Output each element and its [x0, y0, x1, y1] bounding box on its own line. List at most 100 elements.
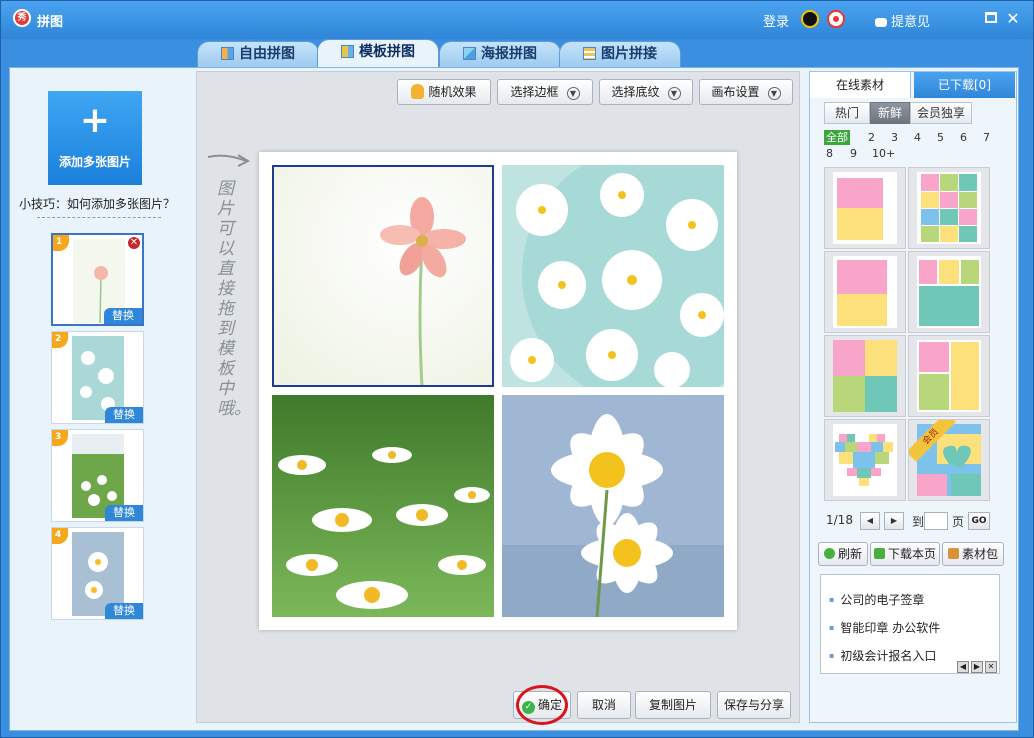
news-close-icon[interactable]: ✕ [985, 661, 997, 673]
template-item[interactable] [824, 167, 906, 249]
left-panel: + 添加多张图片 小技巧：如何添加多张图片？ 1 ✕ 替换 2 替换 3 替换 … [9, 67, 189, 731]
collage-canvas[interactable] [259, 152, 737, 630]
image-join-icon [583, 47, 596, 60]
add-images-label: 添加多张图片 [58, 155, 131, 169]
weibo-icon[interactable] [827, 10, 845, 28]
maximize-button[interactable] [983, 11, 999, 27]
plus-icon: + [79, 100, 111, 141]
tab-template-collage[interactable]: 模板拼图 [317, 39, 439, 68]
category-vip[interactable]: 会员独享 [910, 102, 972, 124]
title-bar[interactable]: 秀 拼图 登录 提意见 ✕ [1, 1, 1033, 39]
tab-online-materials[interactable]: 在线素材 [810, 72, 911, 98]
count-filter-8[interactable]: 8 [826, 146, 833, 161]
count-filter-4[interactable]: 4 [914, 130, 921, 145]
category-new[interactable]: 新鲜 [870, 102, 910, 124]
tab-free-collage[interactable]: 自由拼图 [197, 41, 319, 68]
template-item[interactable] [908, 251, 990, 333]
template-item[interactable]: 会员 [908, 419, 990, 501]
collage-cell-3[interactable] [272, 395, 494, 617]
save-share-button[interactable]: 保存与分享 [717, 691, 791, 719]
photo-thumb-1[interactable]: 1 ✕ 替换 [51, 233, 144, 326]
cell-photo [502, 165, 724, 387]
canvas-settings-dropdown[interactable]: 画布设置 ▼ [699, 79, 793, 105]
replace-button[interactable]: 替换 [105, 407, 143, 423]
feedback-label: 提意见 [891, 15, 931, 30]
template-collage-icon [341, 45, 354, 58]
random-effect-button[interactable]: 随机效果 [397, 79, 491, 105]
tip-link[interactable]: 小技巧：如何添加多张图片？ [19, 195, 175, 212]
count-filter-5[interactable]: 5 [937, 130, 944, 145]
download-page-button[interactable]: 下载本页 [870, 542, 940, 566]
choose-texture-dropdown[interactable]: 选择底纹 ▼ [599, 79, 693, 105]
button-label: 下载本页 [887, 547, 936, 561]
prev-page-button[interactable]: ◀ [860, 512, 880, 530]
news-link[interactable]: 公司的电子签章 [829, 591, 924, 608]
drag-hint-text: 图片可以直接拖到模板中哦。 [217, 179, 251, 419]
choose-border-dropdown[interactable]: 选择边框 ▼ [497, 79, 593, 105]
count-filter-3[interactable]: 3 [891, 130, 898, 145]
replace-button[interactable]: 替换 [105, 603, 143, 619]
template-item[interactable] [824, 419, 906, 501]
template-item[interactable] [908, 167, 990, 249]
collage-cell-4[interactable] [502, 395, 724, 617]
collage-cell-1[interactable] [272, 165, 494, 387]
replace-button[interactable]: 替换 [104, 308, 142, 324]
template-preview [917, 172, 981, 244]
close-button[interactable]: ✕ [1005, 11, 1021, 27]
tab-label: 图片拼接 [601, 46, 657, 62]
free-collage-icon [221, 47, 234, 60]
template-item[interactable] [824, 335, 906, 417]
app-logo-icon: 秀 [13, 9, 31, 27]
cell-photo [272, 395, 494, 617]
template-preview [917, 256, 981, 328]
photo-thumb-3[interactable]: 3 替换 [51, 429, 144, 522]
close-icon: ✕ [1006, 9, 1020, 28]
login-link[interactable]: 登录 [763, 11, 789, 30]
cancel-button[interactable]: 取消 [577, 691, 631, 719]
next-page-button[interactable]: ▶ [884, 512, 904, 530]
tab-poster-collage[interactable]: 海报拼图 [439, 41, 561, 68]
delete-icon[interactable]: ✕ [127, 236, 141, 250]
photo-thumb-4[interactable]: 4 替换 [51, 527, 144, 620]
template-preview [917, 340, 981, 412]
count-filter-7[interactable]: 7 [983, 130, 990, 145]
news-link[interactable]: 智能印章 办公软件 [829, 619, 940, 636]
news-box: 公司的电子签章 智能印章 办公软件 初级会计报名入口 ◀ ▶ ✕ [820, 574, 1000, 674]
poster-collage-icon [463, 47, 476, 60]
cell-photo [502, 395, 724, 617]
replace-button[interactable]: 替换 [105, 505, 143, 521]
package-icon [947, 548, 959, 559]
go-button[interactable]: GO [968, 512, 990, 530]
count-filter-10plus[interactable]: 10+ [872, 146, 895, 161]
news-prev-icon[interactable]: ◀ [957, 661, 969, 673]
button-label: 随机效果 [428, 85, 477, 99]
count-filter-6[interactable]: 6 [960, 130, 967, 145]
feedback-link[interactable]: 提意见 [875, 11, 930, 30]
material-pack-button[interactable]: 素材包 [942, 542, 1004, 566]
tab-label: 自由拼图 [239, 46, 295, 62]
qq-icon[interactable] [801, 10, 819, 28]
tab-image-join[interactable]: 图片拼接 [559, 41, 681, 68]
template-item[interactable] [824, 251, 906, 333]
template-preview [833, 172, 897, 244]
count-filter-all[interactable]: 全部 [824, 130, 850, 145]
template-item[interactable] [908, 335, 990, 417]
template-preview [833, 340, 897, 412]
copy-image-button[interactable]: 复制图片 [635, 691, 711, 719]
page-number-input[interactable] [924, 512, 948, 530]
add-images-button[interactable]: + 添加多张图片 [48, 91, 142, 185]
tab-downloaded[interactable]: 已下载[0] [914, 72, 1015, 98]
cell-photo [272, 165, 494, 387]
maximize-icon [985, 12, 997, 23]
collage-cell-2[interactable] [502, 165, 724, 387]
page-unit-label: 页 [952, 515, 965, 529]
news-next-icon[interactable]: ▶ [971, 661, 983, 673]
count-filter-9[interactable]: 9 [850, 146, 857, 161]
thumb-number: 4 [52, 528, 68, 544]
news-link[interactable]: 初级会计报名入口 [829, 647, 936, 664]
refresh-button[interactable]: 刷新 [818, 542, 868, 566]
category-hot[interactable]: 热门 [824, 102, 870, 124]
photo-thumb-2[interactable]: 2 替换 [51, 331, 144, 424]
tab-label: 模板拼图 [359, 44, 415, 60]
count-filter-2[interactable]: 2 [868, 130, 875, 145]
